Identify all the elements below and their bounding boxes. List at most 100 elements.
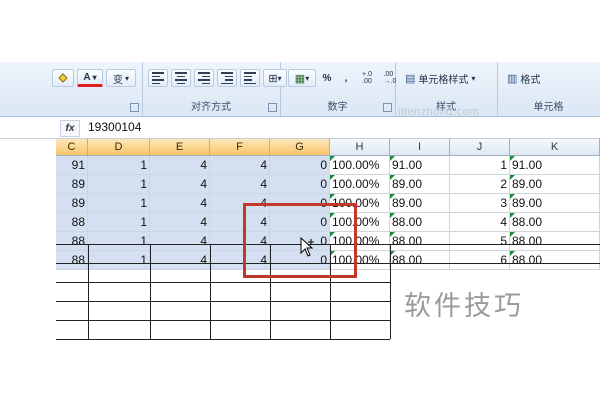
cell-c-3[interactable]: 89 bbox=[56, 194, 88, 213]
cell-j-1[interactable]: 1 bbox=[450, 156, 510, 175]
comma-style-button[interactable]: , bbox=[338, 69, 354, 87]
cell-g-1[interactable]: 0 bbox=[270, 156, 330, 175]
cursor-icon bbox=[300, 237, 314, 257]
accounting-format-button[interactable]: ▦ ▾ bbox=[288, 69, 316, 87]
cell-i-2[interactable]: 89.00 bbox=[390, 175, 450, 194]
cell-e-1[interactable]: 4 bbox=[150, 156, 210, 175]
column-header-d[interactable]: D bbox=[88, 139, 150, 156]
align-right-button[interactable] bbox=[194, 69, 214, 87]
cell-e-5[interactable]: 4 bbox=[150, 232, 210, 251]
number-group: ▦ ▾ % , +.0 .00 .00 →.0 数字 bbox=[280, 62, 396, 116]
increase-indent-button[interactable] bbox=[240, 69, 260, 87]
empty-column-border bbox=[390, 244, 391, 339]
cell-e-4[interactable]: 4 bbox=[150, 213, 210, 232]
cell-i-6[interactable]: 88.00 bbox=[390, 251, 450, 270]
cell-j-3[interactable]: 3 bbox=[450, 194, 510, 213]
empty-row-border bbox=[56, 282, 390, 283]
percent-label: % bbox=[322, 72, 332, 84]
cell-e-2[interactable]: 4 bbox=[150, 175, 210, 194]
cell-d-1[interactable]: 1 bbox=[88, 156, 150, 175]
chevron-down-icon: ▾ bbox=[124, 73, 129, 83]
column-header-e[interactable]: E bbox=[150, 139, 210, 156]
increase-decimal-button[interactable]: +.0 .00 bbox=[357, 69, 377, 87]
phonetic-guide-button[interactable]: 变 ▾ bbox=[106, 69, 136, 87]
column-header-f[interactable]: F bbox=[210, 139, 270, 156]
cell-j-6[interactable]: 6 bbox=[450, 251, 510, 270]
cell-c-6[interactable]: 88 bbox=[56, 251, 88, 270]
cell-j-4[interactable]: 4 bbox=[450, 213, 510, 232]
align-center-button[interactable] bbox=[171, 69, 191, 87]
cell-g-2[interactable]: 0 bbox=[270, 175, 330, 194]
cell-d-6[interactable]: 1 bbox=[88, 251, 150, 270]
empty-column-border bbox=[88, 244, 89, 339]
decrease-indent-icon bbox=[221, 72, 233, 84]
font-color-button[interactable]: A ▾ bbox=[77, 69, 103, 87]
cell-h-2[interactable]: 100.00% bbox=[330, 175, 390, 194]
cell-h-1[interactable]: 100.00% bbox=[330, 156, 390, 175]
font-dialog-launcher-icon[interactable] bbox=[130, 103, 139, 112]
cell-c-5[interactable]: 88 bbox=[56, 232, 88, 251]
cell-e-6[interactable]: 4 bbox=[150, 251, 210, 270]
cell-d-2[interactable]: 1 bbox=[88, 175, 150, 194]
cell-c-4[interactable]: 88 bbox=[56, 213, 88, 232]
cell-c-1[interactable]: 91 bbox=[56, 156, 88, 175]
column-header-k[interactable]: K bbox=[510, 139, 600, 156]
cell-i-3[interactable]: 89.00 bbox=[390, 194, 450, 213]
cell-i-1[interactable]: 91.00 bbox=[390, 156, 450, 175]
cell-k-1[interactable]: 91.00 bbox=[510, 156, 600, 175]
fill-color-button[interactable] bbox=[52, 69, 74, 87]
insert-function-button[interactable]: fx bbox=[60, 120, 80, 137]
comma-label: , bbox=[344, 72, 348, 84]
cell-i-4[interactable]: 88.00 bbox=[390, 213, 450, 232]
format-label: 格式 bbox=[520, 74, 541, 86]
cell-i-5[interactable]: 88.00 bbox=[390, 232, 450, 251]
cell-d-4[interactable]: 1 bbox=[88, 213, 150, 232]
alignment-group: ⊞ ▾ 对齐方式 bbox=[142, 62, 287, 116]
cell-k-2[interactable]: 89.00 bbox=[510, 175, 600, 194]
align-left-button[interactable] bbox=[148, 69, 168, 87]
column-header-c[interactable]: C bbox=[56, 139, 88, 156]
cell-f-1[interactable]: 4 bbox=[210, 156, 270, 175]
column-header-h[interactable]: H bbox=[330, 139, 390, 156]
cell-styles-icon: ▤ bbox=[405, 72, 416, 85]
empty-column-border bbox=[150, 244, 151, 339]
cells-group-label: 单元格 bbox=[533, 102, 564, 113]
column-header-i[interactable]: I bbox=[390, 139, 450, 156]
format-icon: ▥ bbox=[507, 72, 518, 85]
column-header-j[interactable]: J bbox=[450, 139, 510, 156]
ribbon: A ▾ 变 ▾ ⊞ ▾ 对齐方式 ▦ ▾ % , +.0 .00 .00 →.0… bbox=[0, 62, 600, 117]
cell-styles-button[interactable]: ▤ 单元格样式 ▾ bbox=[401, 69, 479, 87]
formula-input[interactable]: 19300104 bbox=[88, 120, 141, 134]
alignment-dialog-launcher-icon[interactable] bbox=[268, 103, 277, 112]
chevron-down-icon: ▾ bbox=[305, 73, 310, 83]
cell-f-2[interactable]: 4 bbox=[210, 175, 270, 194]
empty-row-border bbox=[56, 339, 390, 340]
cell-k-3[interactable]: 89.00 bbox=[510, 194, 600, 213]
cell-k-5[interactable]: 88.00 bbox=[510, 232, 600, 251]
empty-row-border bbox=[56, 301, 390, 302]
formula-bar: fx 19300104 bbox=[0, 118, 600, 139]
percent-style-button[interactable]: % bbox=[319, 69, 335, 87]
increase-decimal-label: +.0 .00 bbox=[362, 71, 372, 85]
caption: 软件技巧 bbox=[404, 291, 524, 321]
chevron-down-icon: ▾ bbox=[471, 73, 476, 83]
cell-c-2[interactable]: 89 bbox=[56, 175, 88, 194]
phonetic-label: 变 bbox=[112, 74, 123, 86]
cell-d-5[interactable]: 1 bbox=[88, 232, 150, 251]
decrease-indent-button[interactable] bbox=[217, 69, 237, 87]
format-button[interactable]: ▥ 格式 bbox=[503, 69, 544, 87]
number-dialog-launcher-icon[interactable] bbox=[383, 103, 392, 112]
cell-j-5[interactable]: 5 bbox=[450, 232, 510, 251]
merge-cells-icon: ⊞ bbox=[268, 72, 278, 85]
increase-indent-icon bbox=[244, 72, 256, 84]
cell-k-6[interactable]: 88.00 bbox=[510, 251, 600, 270]
cell-j-2[interactable]: 2 bbox=[450, 175, 510, 194]
column-header-g[interactable]: G bbox=[270, 139, 330, 156]
cell-e-3[interactable]: 4 bbox=[150, 194, 210, 213]
currency-icon: ▦ bbox=[294, 72, 306, 85]
align-center-icon bbox=[175, 72, 187, 84]
cell-d-3[interactable]: 1 bbox=[88, 194, 150, 213]
watermark: jitenzhong.com bbox=[398, 106, 479, 118]
alignment-group-label: 对齐方式 bbox=[191, 102, 231, 113]
cell-k-4[interactable]: 88.00 bbox=[510, 213, 600, 232]
